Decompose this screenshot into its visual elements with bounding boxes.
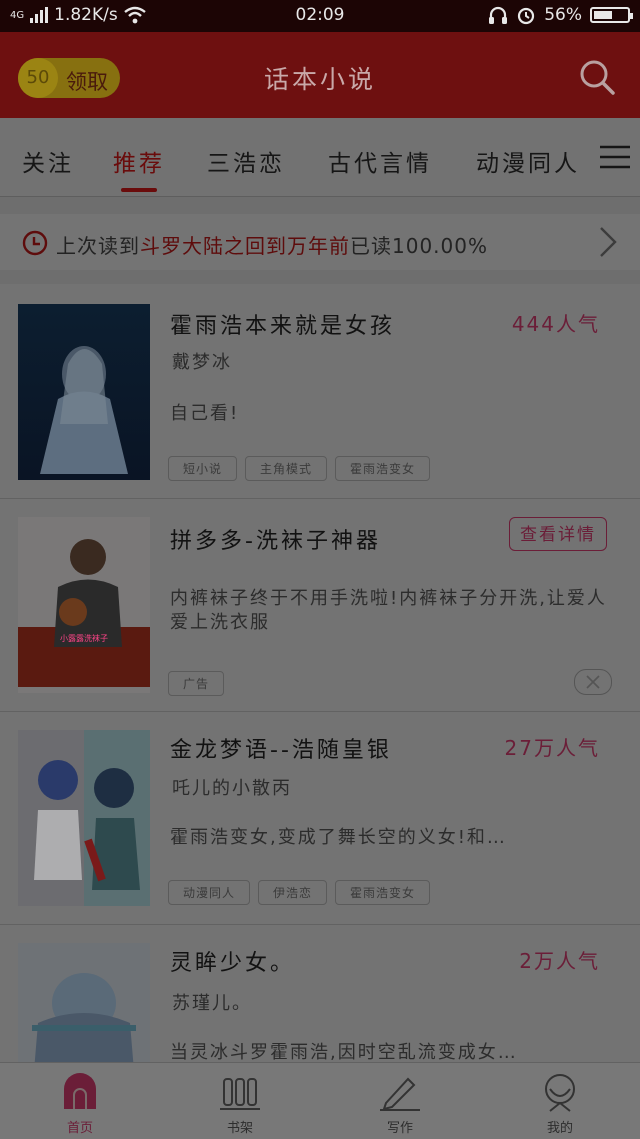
nav-label: 我的 bbox=[546, 1121, 573, 1136]
category-tabs: 关注 推荐 三浩恋 古代言情 动漫同人 bbox=[0, 118, 640, 197]
tab-ancient-romance[interactable]: 古代言情 bbox=[328, 144, 432, 178]
ad-badge: 广告 bbox=[168, 671, 225, 696]
history-prefix: 上次读到 bbox=[56, 234, 140, 258]
tab-sanhao-love[interactable]: 三浩恋 bbox=[207, 144, 285, 178]
dismiss-ad-button[interactable] bbox=[574, 669, 612, 695]
popularity-count: 2万人气 bbox=[519, 949, 600, 973]
menu-icon[interactable] bbox=[600, 145, 630, 169]
nav-bookshelf[interactable]: 书架 bbox=[180, 1063, 300, 1139]
list-item[interactable]: 金龙梦语--浩随皇银 27万人气 吒儿的小散丙 霍雨浩变女,变成了舞长空的义女!… bbox=[0, 712, 640, 925]
book-title[interactable]: 灵眸少女。 bbox=[170, 945, 295, 977]
list-item[interactable]: 霍雨浩本来就是女孩 444人气 戴梦冰 自己看! 短小说 主角模式 霍雨浩变女 bbox=[0, 284, 640, 499]
book-cover[interactable] bbox=[18, 730, 150, 906]
ad-image-caption: 小露露洗袜子 bbox=[60, 633, 108, 643]
history-progress: 已读100.00% bbox=[350, 234, 488, 258]
home-icon bbox=[64, 1073, 96, 1109]
active-tab-indicator bbox=[121, 188, 157, 192]
nav-write[interactable]: 写作 bbox=[340, 1063, 460, 1139]
history-book-title[interactable]: 斗罗大陆之回到万年前 bbox=[140, 234, 350, 258]
nav-home[interactable]: 首页 bbox=[20, 1063, 140, 1139]
tag[interactable]: 短小说 bbox=[168, 456, 238, 481]
book-author[interactable]: 吒儿的小散丙 bbox=[172, 774, 292, 800]
book-cover[interactable] bbox=[18, 943, 150, 1063]
book-title[interactable]: 霍雨浩本来就是女孩 bbox=[170, 308, 395, 340]
tag-list: 短小说 主角模式 霍雨浩变女 bbox=[168, 456, 431, 481]
book-description: 当灵冰斗罗霍雨浩,因时空乱流变成女… bbox=[170, 1042, 518, 1063]
nav-label: 写作 bbox=[386, 1121, 413, 1136]
nav-label: 书架 bbox=[226, 1121, 253, 1136]
search-icon[interactable] bbox=[578, 58, 616, 96]
bottom-navigation: 首页 书架 写作 我的 bbox=[0, 1062, 640, 1139]
bookshelf-icon bbox=[220, 1078, 260, 1110]
popularity-count: 444人气 bbox=[511, 312, 600, 336]
view-details-button[interactable]: 查看详情 bbox=[509, 517, 607, 551]
reading-history-text: 上次读到斗罗大陆之回到万年前已读100.00% bbox=[56, 230, 488, 259]
tag[interactable]: 伊浩恋 bbox=[258, 880, 328, 905]
nav-profile[interactable]: 我的 bbox=[500, 1063, 620, 1139]
headphones-icon bbox=[489, 6, 508, 24]
chevron-right-icon[interactable] bbox=[598, 226, 618, 258]
book-author[interactable]: 苏瑾儿。 bbox=[172, 989, 252, 1015]
tag[interactable]: 动漫同人 bbox=[168, 880, 251, 905]
book-description: 霍雨浩变女,变成了舞长空的义女!和… bbox=[170, 827, 507, 848]
book-title[interactable]: 金龙梦语--浩随皇银 bbox=[170, 732, 392, 764]
pen-icon bbox=[380, 1077, 420, 1111]
battery-icon bbox=[590, 7, 633, 23]
book-cover[interactable] bbox=[18, 304, 150, 480]
app-title: 话本小说 bbox=[263, 65, 376, 94]
tab-follow[interactable]: 关注 bbox=[22, 144, 74, 178]
nav-label: 首页 bbox=[66, 1121, 93, 1136]
ad-description: 内裤袜子终于不用手洗啦!内裤袜子分开洗,让爱人爱上洗衣服 bbox=[170, 588, 607, 633]
tab-anime-fanfic[interactable]: 动漫同人 bbox=[476, 144, 580, 178]
tab-recommended[interactable]: 推荐 bbox=[113, 144, 165, 178]
profile-icon bbox=[545, 1074, 575, 1112]
status-bar: 4G 1.82K/s 02:09 56% bbox=[0, 0, 640, 32]
alarm-icon bbox=[518, 7, 535, 25]
tag-list: 动漫同人 伊浩恋 霍雨浩变女 bbox=[168, 880, 431, 905]
ad-title[interactable]: 拼多多-洗袜子神器 bbox=[170, 523, 381, 555]
book-description: 自己看! bbox=[170, 403, 240, 424]
tag-list: 广告 bbox=[168, 671, 225, 696]
tag[interactable]: 霍雨浩变女 bbox=[335, 880, 431, 905]
clock-icon bbox=[22, 230, 48, 256]
book-author[interactable]: 戴梦冰 bbox=[172, 348, 232, 374]
popularity-count: 27万人气 bbox=[504, 736, 600, 760]
ad-image[interactable]: 小露露洗袜子 bbox=[18, 517, 150, 693]
tag[interactable]: 霍雨浩变女 bbox=[335, 456, 431, 481]
list-item[interactable]: 灵眸少女。 2万人气 苏瑾儿。 当灵冰斗罗霍雨浩,因时空乱流变成女… bbox=[0, 925, 640, 1063]
ad-item[interactable]: 小露露洗袜子 拼多多-洗袜子神器 查看详情 内裤袜子终于不用手洗啦!内裤袜子分开… bbox=[0, 499, 640, 712]
tag[interactable]: 主角模式 bbox=[245, 456, 328, 481]
battery-percent: 56% bbox=[544, 5, 582, 25]
close-icon bbox=[586, 675, 600, 689]
